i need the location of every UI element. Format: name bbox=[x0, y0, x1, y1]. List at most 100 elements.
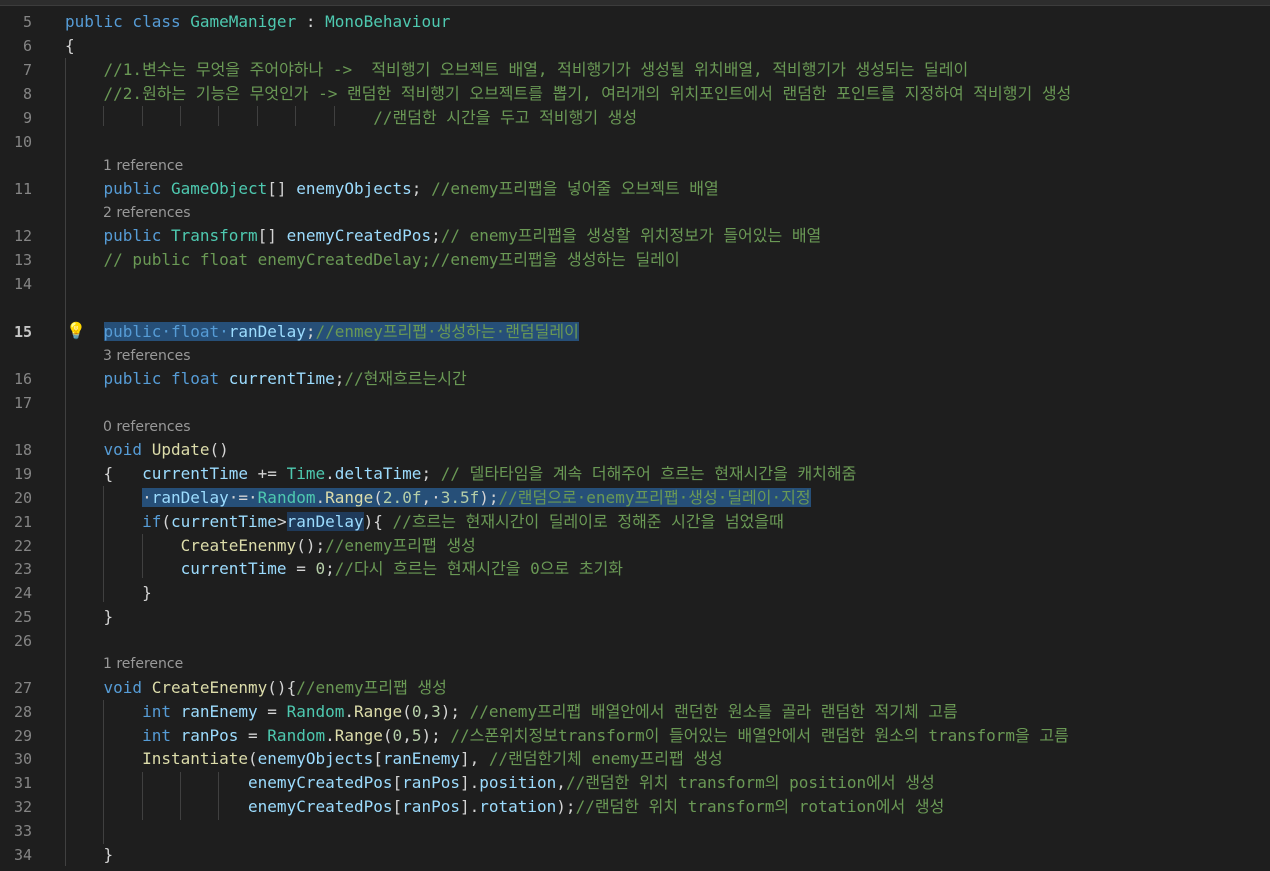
code-line[interactable]: 32 enemyCreatedPos[ranPos].rotation);//랜… bbox=[0, 795, 1270, 819]
code-line[interactable]: 19 { currentTime += Time.deltaTime; // 델… bbox=[0, 462, 1270, 486]
code-token: currentTime bbox=[228, 369, 335, 388]
code-line[interactable]: 7 //1.변수는 무엇을 주어야하나 -> 적비행기 오브젝트 배열, 적비행… bbox=[0, 58, 1270, 82]
code-line[interactable]: 12 public Transform[] enemyCreatedPos;//… bbox=[0, 224, 1270, 248]
line-number: 27 bbox=[13, 679, 32, 697]
code-line[interactable]: 27 void CreateEnenmy(){//enemy프리팹 생성 bbox=[0, 676, 1270, 700]
code-text[interactable]: //2.원하는 기능은 무엇인가 -> 랜덤한 적비행기 오브젝트를 뽑기, 여… bbox=[65, 82, 1072, 106]
code-token: Update bbox=[151, 440, 210, 459]
code-token: position bbox=[479, 773, 557, 792]
code-comment: //enemy프리팹 생성 bbox=[296, 678, 447, 697]
code-token: , bbox=[556, 773, 566, 792]
code-line[interactable]: 24 } bbox=[0, 581, 1270, 605]
code-editor[interactable]: 1 reference 2 references 3 references 0 … bbox=[0, 0, 1270, 871]
code-token: ){ bbox=[363, 512, 393, 531]
code-text[interactable]: enemyCreatedPos[ranPos].rotation);//랜덤한 … bbox=[65, 795, 944, 819]
code-text[interactable]: int ranPos = Random.Range(0,5); //스폰위치정보… bbox=[65, 724, 1069, 748]
code-text[interactable]: Instantiate(enemyObjects[ranEnemy], //랜덤… bbox=[65, 747, 723, 771]
code-line[interactable]: 14 bbox=[0, 272, 1270, 296]
code-token: Range bbox=[325, 488, 374, 507]
line-number: 7 bbox=[22, 61, 32, 79]
code-line[interactable]: 25 } bbox=[0, 605, 1270, 629]
code-text[interactable]: } bbox=[65, 843, 114, 867]
code-line[interactable]: 13 // public float enemyCreatedDelay;//e… bbox=[0, 248, 1270, 272]
code-text[interactable]: } bbox=[65, 581, 152, 605]
code-line[interactable]: 6{ bbox=[0, 34, 1270, 58]
code-token: : bbox=[296, 12, 326, 31]
code-text[interactable]: int ranEnemy = Random.Range(0,3); //enem… bbox=[65, 700, 958, 724]
code-line[interactable]: 21 if(currentTime>ranDelay){ //흐르는 현재시간이… bbox=[0, 510, 1270, 534]
code-text[interactable]: { currentTime += Time.deltaTime; // 델타타임… bbox=[65, 462, 857, 486]
code-line[interactable]: 29 int ranPos = Random.Range(0,5); //스폰위… bbox=[0, 724, 1270, 748]
code-line[interactable]: 5 public class GameManiger : MonoBehaviou… bbox=[0, 10, 1270, 34]
code-token: · bbox=[142, 488, 152, 507]
codelens-references[interactable]: 1 reference bbox=[103, 654, 183, 674]
code-line[interactable]: 17 bbox=[0, 391, 1270, 415]
code-comment: //현재흐르는시간 bbox=[344, 369, 467, 388]
code-line[interactable]: 26 bbox=[0, 629, 1270, 653]
line-number: 12 bbox=[13, 227, 32, 245]
code-text[interactable]: //랜덤한 시간을 두고 적비행기 생성 bbox=[65, 106, 637, 130]
code-text[interactable]: enemyCreatedPos[ranPos].position,//랜덤한 위… bbox=[65, 771, 935, 795]
line-number: 8 bbox=[22, 85, 32, 103]
code-token: ranDelay bbox=[151, 488, 229, 507]
code-line[interactable]: 15 public·float·ranDelay;//enmey프리팹·생성하는… bbox=[0, 320, 1270, 344]
code-token: { bbox=[65, 36, 75, 55]
code-text[interactable]: public class GameManiger : MonoBehaviour bbox=[65, 10, 450, 34]
code-text[interactable]: } bbox=[65, 605, 114, 629]
code-line[interactable]: 28 int ranEnemy = Random.Range(0,3); //e… bbox=[0, 700, 1270, 724]
code-comment: //enemy프리팹 배열안에서 랜던한 원소를 골라 랜덤한 적기체 고름 bbox=[469, 702, 958, 721]
code-line[interactable]: 8 //2.원하는 기능은 무엇인가 -> 랜덤한 적비행기 오브젝트를 뽑기,… bbox=[0, 82, 1270, 106]
code-comment: //enmey프리팹·생성하는·랜덤딜레이 bbox=[315, 322, 579, 341]
code-line[interactable]: 34 } bbox=[0, 843, 1270, 867]
code-line[interactable]: 18 void Update() bbox=[0, 438, 1270, 462]
line-number: 29 bbox=[13, 727, 32, 745]
code-token: ,· bbox=[421, 488, 441, 507]
code-text[interactable]: //1.변수는 무엇을 주어야하나 -> 적비행기 오브젝트 배열, 적비행기가… bbox=[65, 58, 969, 82]
codelens-references[interactable]: 3 references bbox=[103, 346, 191, 366]
code-text[interactable]: if(currentTime>ranDelay){ //흐르는 현재시간이 딜레… bbox=[65, 510, 784, 534]
code-token: += bbox=[248, 464, 287, 483]
line-number: 14 bbox=[13, 275, 32, 293]
code-text[interactable]: CreateEnenmy();//enemy프리팹 생성 bbox=[65, 534, 476, 558]
code-line[interactable]: 22 CreateEnenmy();//enemy프리팹 생성 bbox=[0, 534, 1270, 558]
code-token: void bbox=[65, 440, 152, 459]
line-number: 17 bbox=[13, 394, 32, 412]
code-token: int bbox=[65, 702, 181, 721]
code-token: Time bbox=[286, 464, 326, 483]
code-token: ; bbox=[421, 464, 441, 483]
codelens-references[interactable]: 0 references bbox=[103, 417, 191, 437]
code-text[interactable]: ·ranDelay·=·Random.Range(2.0f,·3.5f);//랜… bbox=[65, 486, 811, 510]
code-line[interactable]: 10 bbox=[0, 130, 1270, 154]
code-line[interactable]: 31 enemyCreatedPos[ranPos].position,//랜덤… bbox=[0, 771, 1270, 795]
codelens-references[interactable]: 2 references bbox=[103, 203, 191, 223]
code-token: , bbox=[421, 702, 432, 721]
code-token: enemyCreatedPos bbox=[286, 226, 432, 245]
code-text[interactable]: public float currentTime;//현재흐르는시간 bbox=[65, 367, 467, 391]
code-line[interactable]: 23 currentTime = 0;//다시 흐르는 현재시간을 0으로 초기… bbox=[0, 557, 1270, 581]
code-token: ( bbox=[248, 749, 258, 768]
code-text[interactable]: { bbox=[65, 34, 75, 58]
code-line[interactable]: 33 bbox=[0, 819, 1270, 843]
code-line[interactable]: 16 public float currentTime;//현재흐르는시간 bbox=[0, 367, 1270, 391]
code-text[interactable]: public·float·ranDelay;//enmey프리팹·생성하는·랜덤… bbox=[65, 320, 579, 344]
code-line[interactable]: 9 //랜덤한 시간을 두고 적비행기 생성 bbox=[0, 106, 1270, 130]
code-token: GameManiger bbox=[190, 12, 297, 31]
code-line[interactable]: 30 Instantiate(enemyObjects[ranEnemy], /… bbox=[0, 747, 1270, 771]
code-text[interactable]: void Update() bbox=[65, 438, 229, 462]
code-line[interactable]: 11 public GameObject[] enemyObjects; //e… bbox=[0, 177, 1270, 201]
line-number: 33 bbox=[13, 822, 32, 840]
code-comment: // 델타타임을 계속 더해주어 흐르는 현재시간을 캐치해줌 bbox=[440, 464, 857, 483]
code-text[interactable]: // public float enemyCreatedDelay;//enem… bbox=[65, 248, 680, 272]
code-line[interactable]: 20 ·ranDelay·=·Random.Range(2.0f,·3.5f);… bbox=[0, 486, 1270, 510]
code-token: rotation bbox=[479, 797, 557, 816]
code-token: public float bbox=[65, 369, 229, 388]
code-text[interactable]: void CreateEnenmy(){//enemy프리팹 생성 bbox=[65, 676, 447, 700]
code-comment: //1.변수는 무엇을 주어야하나 -> 적비행기 오브젝트 배열, 적비행기가… bbox=[65, 60, 969, 79]
code-text[interactable]: currentTime = 0;//다시 흐르는 현재시간을 0으로 초기화 bbox=[65, 557, 623, 581]
code-text[interactable]: public GameObject[] enemyObjects; //enem… bbox=[65, 177, 719, 201]
codelens-references[interactable]: 1 reference bbox=[103, 156, 183, 176]
code-text[interactable]: public Transform[] enemyCreatedPos;// en… bbox=[65, 224, 822, 248]
